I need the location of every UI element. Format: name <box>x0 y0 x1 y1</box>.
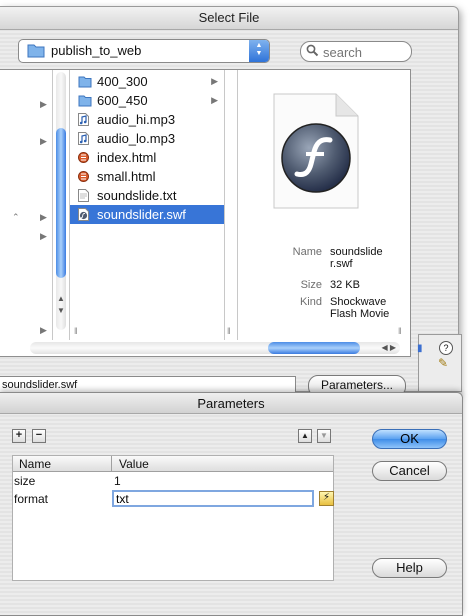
dynamic-data-bolt-icon[interactable]: ⚡ <box>319 491 334 506</box>
location-label: publish_to_web <box>51 43 142 58</box>
move-down-button[interactable]: ▼ <box>317 429 331 443</box>
file-list-item[interactable]: soundslide.txt <box>70 186 224 205</box>
file-name-label: audio_lo.mp3 <box>97 131 176 146</box>
select-file-titlebar[interactable]: Select File <box>0 7 458 30</box>
folder-icon <box>78 75 92 88</box>
file-list-item[interactable]: 400_300 ▶ <box>70 72 224 91</box>
help-icon[interactable]: ? <box>439 341 453 355</box>
meta-size-value: 32 KB <box>330 279 360 291</box>
folder-icon <box>78 94 92 107</box>
file-name-label: small.html <box>97 169 156 184</box>
file-list-item[interactable]: 600_450 ▶ <box>70 91 224 110</box>
move-up-button[interactable]: ▲ <box>298 429 312 443</box>
chevron-right-icon: ▶ <box>40 231 47 241</box>
popup-arrows-icon: ▲ ▼ <box>249 40 269 62</box>
meta-kind-label: Kind <box>299 296 322 308</box>
column-resize-handle[interactable]: ‖ <box>227 326 231 336</box>
column-divider[interactable] <box>111 456 112 471</box>
browser-column-1[interactable]: ▶ ▶ ▶ ▶ ▶ ⌃ <box>0 70 53 340</box>
file-name-label: index.html <box>97 150 157 165</box>
meta-name-label: Name <box>292 246 322 258</box>
window-title: Select File <box>198 10 260 25</box>
chevron-right-icon: ▶ <box>40 99 47 109</box>
scroll-down-icon[interactable]: ▼ <box>57 306 65 315</box>
file-list-item[interactable]: index.html <box>70 148 224 167</box>
param-name-cell: size <box>14 474 36 488</box>
help-button[interactable]: Help <box>372 558 447 578</box>
param-name-cell: format <box>14 492 49 506</box>
chevron-right-icon: ▶ <box>211 95 218 105</box>
horizontal-scroll-thumb[interactable] <box>268 342 360 354</box>
scroll-grip-icon: ⌃ <box>12 212 20 222</box>
preview-pane: Name soundslide r.swf Size 32 KB Kind Sh… <box>238 70 402 340</box>
music-file-icon <box>78 132 90 145</box>
flag-icon: ▮ <box>417 343 423 354</box>
scroll-up-icon[interactable]: ▲ <box>57 294 65 303</box>
location-popup[interactable]: publish_to_web ▲ ▼ <box>18 39 270 63</box>
flash-file-icon <box>78 208 90 221</box>
cancel-button[interactable]: Cancel <box>372 461 447 481</box>
edit-icon[interactable]: ✎ <box>438 356 448 370</box>
remove-parameter-button[interactable]: − <box>32 429 46 443</box>
column-resize-handle[interactable]: ‖ <box>398 326 402 336</box>
chevron-right-icon: ▶ <box>40 325 47 335</box>
file-browser: ▶ ▶ ▶ ▶ ▶ ⌃ ▲ ▼ 400_300 ▶ 600_450 ▶ audio_hi… <box>0 69 411 357</box>
file-name-label: 400_300 <box>97 74 148 89</box>
scroll-arrows-icon[interactable]: ◀ ▶ <box>381 342 396 354</box>
file-list-item[interactable]: audio_lo.mp3 <box>70 129 224 148</box>
chevron-right-icon: ▶ <box>40 212 47 222</box>
add-parameter-button[interactable]: + <box>12 429 26 443</box>
filename-field[interactable]: soundslider.swf <box>0 376 296 393</box>
parameters-table: Name Value size 1 format <box>12 455 334 581</box>
ok-button[interactable]: OK <box>372 429 447 449</box>
html-file-icon <box>78 170 90 183</box>
search-field[interactable] <box>300 41 412 62</box>
file-name-label: soundslider.swf <box>97 207 186 222</box>
empty-column: ‖ <box>225 70 238 340</box>
meta-name-value: soundslide r.swf <box>330 246 383 270</box>
file-list-item[interactable]: soundslider.swf <box>70 205 224 224</box>
chevron-right-icon: ▶ <box>211 76 218 86</box>
file-list-item[interactable]: audio_hi.mp3 <box>70 110 224 129</box>
parameters-titlebar[interactable]: Parameters <box>0 393 462 414</box>
music-file-icon <box>78 113 90 126</box>
table-header: Name Value <box>13 456 333 472</box>
chevron-right-icon: ▶ <box>40 136 47 146</box>
flash-document-icon <box>270 92 362 212</box>
table-row[interactable]: size 1 <box>13 473 333 489</box>
file-name-label: 600_450 <box>97 93 148 108</box>
folder-icon <box>27 43 45 61</box>
file-list-item[interactable]: small.html <box>70 167 224 186</box>
html-file-icon <box>78 151 90 164</box>
parameters-dialog: Parameters + − ▲ ▼ Name Value size 1 for… <box>0 392 463 616</box>
browser-scrollbar[interactable]: ▲ ▼ <box>53 70 70 340</box>
vertical-scroll-thumb[interactable] <box>56 128 66 278</box>
file-list-column: 400_300 ▶ 600_450 ▶ audio_hi.mp3 audio_lo.mp3… <box>70 70 225 340</box>
meta-kind-value: Shockwave Flash Movie <box>330 296 390 320</box>
horizontal-scrollbar[interactable]: ◀ ▶ <box>30 342 400 354</box>
file-name-label: soundslide.txt <box>97 188 177 203</box>
dialog-title: Parameters <box>197 396 265 411</box>
search-input[interactable] <box>321 43 409 61</box>
select-file-window: Select File publish_to_web ▲▼ 1 a: ▶ ▶ ▶… <box>0 6 459 397</box>
column-header-value[interactable]: Value <box>119 457 149 471</box>
meta-size-label: Size <box>300 279 322 291</box>
param-value-input[interactable] <box>112 490 314 507</box>
column-resize-handle[interactable]: ‖ <box>74 326 78 336</box>
text-file-icon <box>78 189 90 202</box>
param-value-cell: 1 <box>114 474 121 488</box>
search-icon <box>306 44 319 60</box>
background-window-strip: ? ✎ ▮ <box>417 334 462 392</box>
file-name-label: audio_hi.mp3 <box>97 112 176 127</box>
column-header-name[interactable]: Name <box>19 457 51 471</box>
